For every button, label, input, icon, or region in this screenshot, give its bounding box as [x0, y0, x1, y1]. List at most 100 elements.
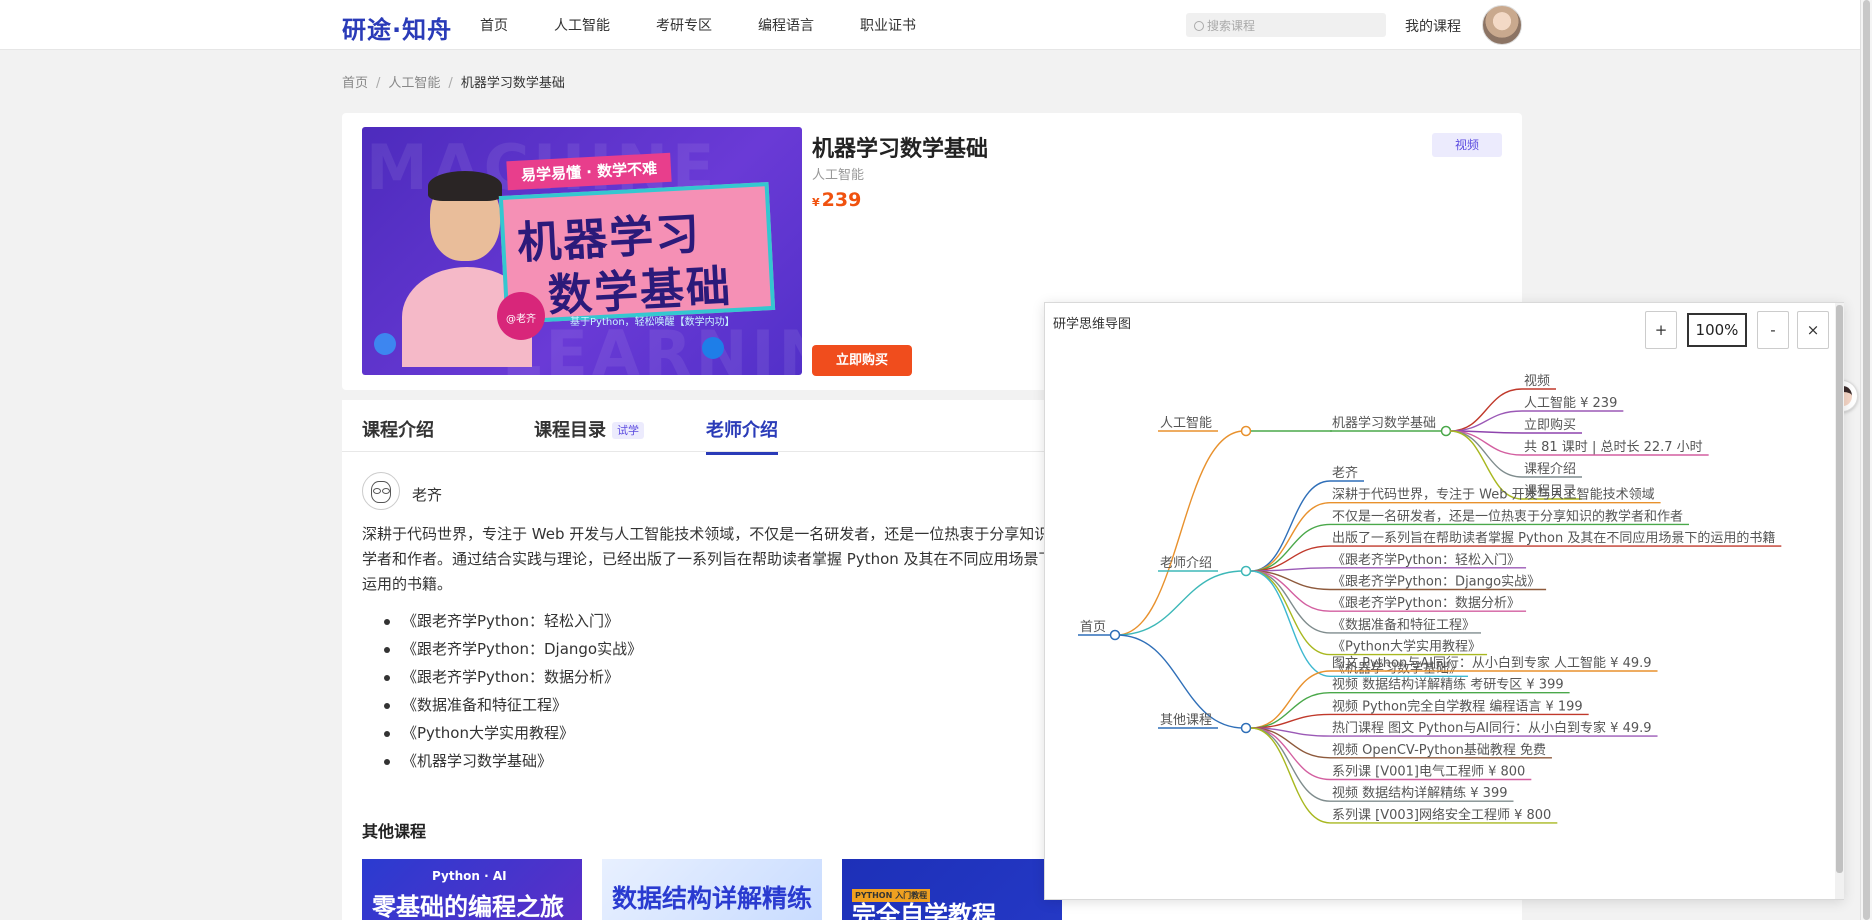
- mindmap-leaf-label: 共 81 课时 | 总时长 22.7 小时: [1524, 440, 1703, 455]
- mindmap-leaf-label: 《跟老齐学Python：Django实战》: [1332, 574, 1540, 590]
- other-course-tag: Python · AI: [432, 869, 507, 883]
- zoom-level: 100%: [1687, 313, 1747, 347]
- list-item: 《跟老齐学Python：数据分析》: [382, 666, 642, 694]
- mindmap-leaf-label: 视频 Python完全自学教程 编程语言 ¥ 199: [1332, 698, 1583, 714]
- other-course-card[interactable]: 数据结构详解精练: [602, 859, 822, 920]
- mindmap-leaf-label: 《跟老齐学Python：数据分析》: [1332, 595, 1520, 611]
- mindmap-leaf-label: 热门课程 图文 Python与AI同行：从小白到专家 ¥ 49.9: [1332, 720, 1652, 736]
- other-course-card[interactable]: Python · AI 零基础的编程之旅: [362, 859, 582, 920]
- mindmap-child-node: [1440, 425, 1452, 437]
- nav-programming[interactable]: 编程语言: [758, 15, 814, 35]
- course-cover: MACHINE LEARNING 易学易懂 · 数学不难 机器学习 数学基础 @…: [362, 127, 802, 375]
- main-nav: 首页 人工智能 考研专区 编程语言 职业证书: [480, 15, 962, 35]
- mindmap-leaf-label: 图文 Python与AI同行：从小白到专家 人工智能 ¥ 49.9: [1332, 655, 1652, 671]
- list-item: 《数据准备和特征工程》: [382, 694, 642, 722]
- mindmap-branch-node: [1240, 565, 1252, 577]
- mindmap-leaf-label: 深耕于代码世界，专注于 Web 开发与人工智能技术领域: [1332, 487, 1655, 503]
- mindmap-leaf-link: [1449, 410, 1523, 432]
- page-scrollbar[interactable]: [1860, 0, 1872, 920]
- cover-subtitle: 基于Python，轻松唤醒【数学内功】: [570, 317, 735, 328]
- course-price: ¥239: [812, 189, 861, 211]
- nav-ai[interactable]: 人工智能: [554, 15, 610, 35]
- mindmap-leaf-label: 视频 数据结构详解精练 ¥ 399: [1332, 786, 1507, 801]
- mindmap-leaf-link: [1250, 570, 1331, 612]
- search-input[interactable]: 搜索课程: [1186, 13, 1386, 37]
- list-item: 《Python大学实用教程》: [382, 722, 642, 750]
- search-icon: [1194, 21, 1204, 31]
- teacher-avatar: [362, 472, 400, 510]
- mindmap-leaf-label: 不仅是一名研发者，还是一位热衷于分享知识的教学者和作者: [1332, 508, 1683, 524]
- mindmap-root-label: 首页: [1080, 620, 1106, 635]
- nav-kaoyan[interactable]: 考研专区: [656, 15, 712, 35]
- mindmap-leaf-link: [1449, 430, 1523, 456]
- my-courses-link[interactable]: 我的课程: [1405, 16, 1461, 36]
- mindmap-leaf-label: 课程介绍: [1524, 462, 1576, 477]
- tab-catalog[interactable]: 课程目录 试学: [534, 416, 644, 442]
- mindmap-child-label: 机器学习数学基础: [1332, 415, 1436, 431]
- cover-decoration: [702, 337, 724, 359]
- mindmap-leaf-label: 视频: [1524, 374, 1550, 389]
- mindmap-root-node: [1109, 629, 1121, 641]
- mindmap-leaf-label: 视频 OpenCV-Python基础教程 免费: [1332, 742, 1546, 758]
- other-course-title: 零基础的编程之旅: [372, 893, 564, 920]
- mindmap-branch-label: 老师介绍: [1160, 556, 1212, 571]
- other-courses-title: 其他课程: [362, 822, 427, 841]
- course-type-tag: 视频: [1432, 133, 1502, 157]
- tab-intro[interactable]: 课程介绍: [362, 416, 434, 442]
- price-value: 239: [821, 189, 862, 211]
- mindmap-leaf-label: 系列课 [V003]网络安全工程师 ¥ 800: [1332, 807, 1551, 823]
- mindmap-branch-label: 其他课程: [1160, 713, 1212, 728]
- mindmap-leaf-link: [1250, 570, 1331, 677]
- tab-teacher[interactable]: 老师介绍: [706, 416, 778, 455]
- price-currency: ¥: [812, 196, 820, 209]
- nav-certificate[interactable]: 职业证书: [860, 15, 916, 35]
- mindmap-branch-link: [1116, 430, 1245, 636]
- teacher-bio: 深耕于代码世界，专注于 Web 开发与人工智能技术领域，不仅是一名研发者，还是一…: [362, 525, 1080, 593]
- mindmap-leaf-label: 视频 数据结构详解精练 考研专区 ¥ 399: [1332, 678, 1564, 693]
- mindmap-leaf-link: [1250, 523, 1331, 572]
- cover-badge: @老齐: [497, 292, 545, 340]
- trial-badge: 试学: [612, 422, 644, 439]
- cover-decoration: [374, 333, 396, 355]
- buy-now-button[interactable]: 立即购买: [812, 345, 912, 376]
- mindmap-leaf-label: 《跟老齐学Python：轻松入门》: [1332, 552, 1520, 568]
- top-navbar: 研途·知舟 首页 人工智能 考研专区 编程语言 职业证书 搜索课程 我的课程: [0, 0, 1860, 50]
- mindmap-leaf-link: [1250, 570, 1331, 656]
- mindmap-leaf-link: [1250, 502, 1331, 572]
- site-logo[interactable]: 研途·知舟: [342, 10, 452, 45]
- mindmap-branch-node: [1240, 425, 1252, 437]
- zoom-in-button[interactable]: +: [1645, 311, 1677, 349]
- nav-home[interactable]: 首页: [480, 15, 508, 35]
- mindmap-branch-node: [1240, 722, 1252, 734]
- course-title: 机器学习数学基础: [812, 137, 989, 162]
- teacher-name: 老齐: [412, 486, 443, 504]
- mindmap-leaf-link: [1250, 727, 1331, 802]
- list-item: 《机器学习数学基础》: [382, 750, 642, 778]
- user-avatar[interactable]: [1482, 5, 1522, 45]
- other-course-title: 完全自学教程: [852, 901, 996, 920]
- list-item: 《跟老齐学Python：轻松入门》: [382, 610, 642, 638]
- mindmap-leaf-link: [1250, 670, 1331, 729]
- mindmap-scrollbar[interactable]: [1835, 303, 1844, 899]
- mindmap-branch-link: [1116, 570, 1245, 636]
- close-button[interactable]: ×: [1797, 311, 1829, 349]
- breadcrumb: 首页 / 人工智能 / 机器学习数学基础: [342, 76, 565, 91]
- course-category: 人工智能: [812, 168, 865, 183]
- other-course-card[interactable]: PYTHON 入门教程 完全自学教程: [842, 859, 1062, 920]
- book-list: 《跟老齐学Python：轻松入门》 《跟老齐学Python：Django实战》 …: [382, 610, 642, 778]
- mindmap-leaf-label: 系列课 [V001]电气工程师 ¥ 800: [1332, 764, 1525, 780]
- tab-catalog-label: 课程目录: [534, 420, 606, 441]
- breadcrumb-category[interactable]: 人工智能: [388, 76, 440, 91]
- mindmap-title: 研学思维导图: [1053, 317, 1132, 332]
- zoom-out-button[interactable]: -: [1757, 311, 1789, 349]
- mindmap-leaf-label: 《数据准备和特征工程》: [1332, 617, 1475, 633]
- breadcrumb-current: 机器学习数学基础: [460, 76, 565, 91]
- mindmap-leaf-label: 人工智能 ¥ 239: [1524, 396, 1617, 411]
- mindmap-leaf-link: [1250, 692, 1331, 729]
- other-course-title: 数据结构详解精练: [612, 884, 813, 913]
- mindmap-leaf-link: [1449, 388, 1523, 432]
- mindmap-leaf-label: 《Python大学实用教程》: [1332, 639, 1481, 655]
- breadcrumb-home[interactable]: 首页: [342, 76, 368, 91]
- search-placeholder: 搜索课程: [1207, 19, 1256, 33]
- mindmap-panel: 研学思维导图 + 100% - × 首页 人工智能 机器学习数学基础 视频 人工智能 ¥…: [1044, 302, 1844, 900]
